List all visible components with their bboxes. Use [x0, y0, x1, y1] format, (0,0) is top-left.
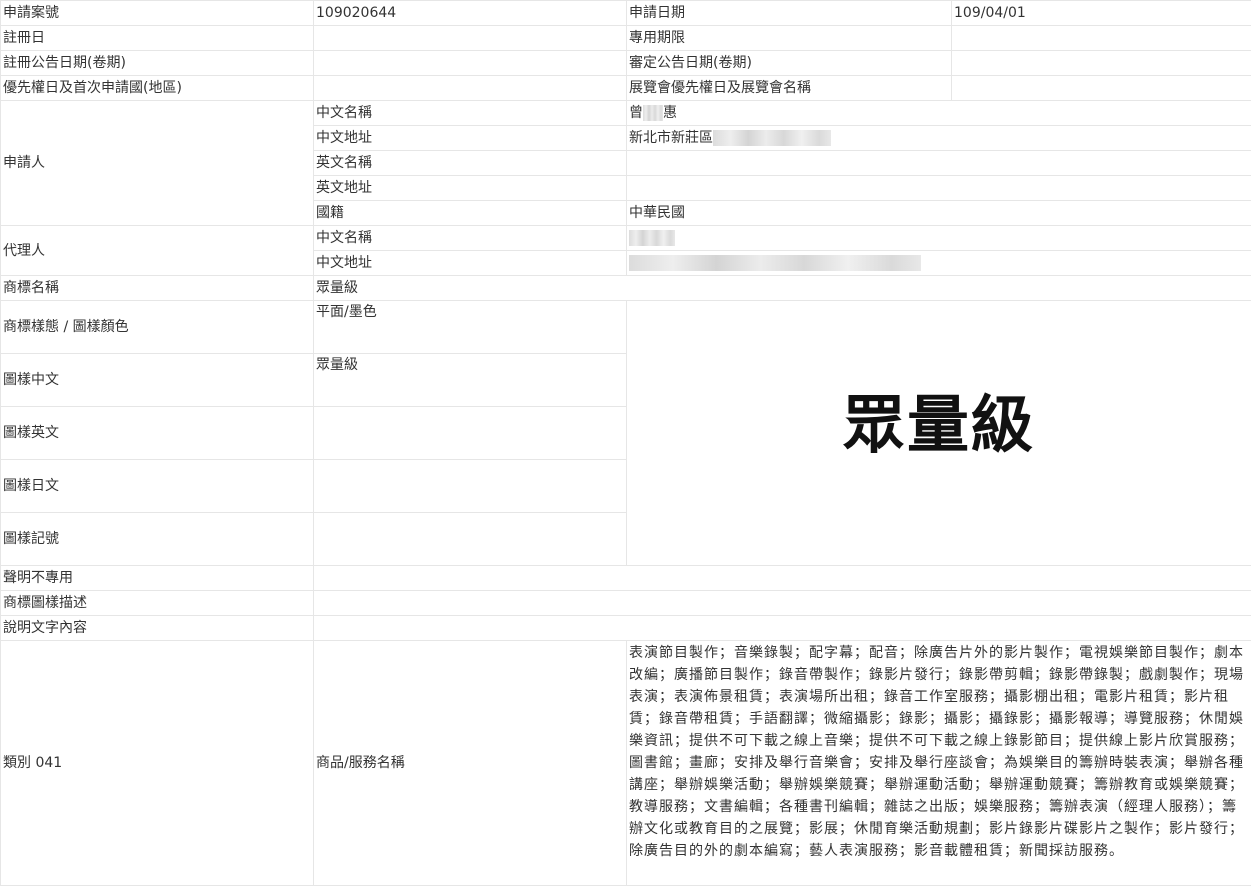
app-date-label: 申請日期	[627, 1, 952, 26]
text-desc-value	[314, 616, 1251, 641]
design-en-value	[314, 407, 627, 460]
expo-label: 展覽會優先權日及展覽會名稱	[627, 76, 952, 101]
priority-value	[314, 76, 627, 101]
disclaimer-value	[314, 566, 1251, 591]
applicant-en-addr-value	[627, 176, 1251, 201]
reg-pub-value	[314, 51, 627, 76]
agent-cn-addr-label: 中文地址	[314, 251, 627, 276]
design-symbol-label: 圖樣記號	[1, 513, 314, 566]
mark-style-value: 平面/墨色	[314, 301, 627, 354]
table-row: 商標名稱 眾量級	[1, 276, 1251, 301]
table-row: 優先權日及首次申請國(地區) 展覽會優先權日及展覽會名稱	[1, 76, 1251, 101]
priority-label: 優先權日及首次申請國(地區)	[1, 76, 314, 101]
app-no-value: 109020644	[314, 1, 627, 26]
app-date-value: 109/04/01	[952, 1, 1251, 26]
design-jp-value	[314, 460, 627, 513]
design-desc-value	[314, 591, 1251, 616]
table-row: 說明文字內容	[1, 616, 1251, 641]
design-jp-label: 圖樣日文	[1, 460, 314, 513]
applicant-en-addr-label: 英文地址	[314, 176, 627, 201]
app-no-label: 申請案號	[1, 1, 314, 26]
applicant-nationality-value: 中華民國	[627, 201, 1251, 226]
table-row: 註冊公告日期(卷期) 審定公告日期(卷期)	[1, 51, 1251, 76]
trademark-detail-table: 申請案號 109020644 申請日期 109/04/01 註冊日 專用期限 註…	[0, 0, 1251, 886]
applicant-label: 申請人	[1, 101, 314, 226]
reg-date-value	[314, 26, 627, 51]
applicant-cn-addr-value: 新北市新莊區	[627, 126, 1251, 151]
trademark-logo-image: 眾量級	[627, 301, 1251, 566]
applicant-cn-name-value: 曾惠	[627, 101, 1251, 126]
table-row: 商標樣態 / 圖樣顏色 平面/墨色 眾量級	[1, 301, 1251, 354]
mark-style-label: 商標樣態 / 圖樣顏色	[1, 301, 314, 354]
exam-pub-label: 審定公告日期(卷期)	[627, 51, 952, 76]
table-row: 申請人 中文名稱 曾惠	[1, 101, 1251, 126]
redaction-block	[713, 130, 831, 146]
redaction-block	[629, 230, 675, 246]
agent-cn-addr-value	[627, 251, 1251, 276]
mark-name-value: 眾量級	[314, 276, 1251, 301]
redaction-block	[643, 105, 663, 121]
applicant-en-name-label: 英文名稱	[314, 151, 627, 176]
exam-pub-value	[952, 51, 1251, 76]
design-en-label: 圖樣英文	[1, 407, 314, 460]
term-value	[952, 26, 1251, 51]
term-label: 專用期限	[627, 26, 952, 51]
goods-services-label: 商品/服務名稱	[314, 641, 627, 886]
table-row: 類別 041 商品/服務名稱 表演節目製作；音樂錄製；配字幕；配音；除廣告片外的…	[1, 641, 1251, 886]
applicant-cn-name-label: 中文名稱	[314, 101, 627, 126]
expo-value	[952, 76, 1251, 101]
agent-label: 代理人	[1, 226, 314, 276]
disclaimer-label: 聲明不專用	[1, 566, 314, 591]
reg-date-label: 註冊日	[1, 26, 314, 51]
reg-pub-label: 註冊公告日期(卷期)	[1, 51, 314, 76]
design-symbol-value	[314, 513, 627, 566]
applicant-cn-addr-label: 中文地址	[314, 126, 627, 151]
redaction-block	[629, 255, 921, 271]
agent-cn-name-label: 中文名稱	[314, 226, 627, 251]
table-row: 代理人 中文名稱	[1, 226, 1251, 251]
goods-services-value: 表演節目製作；音樂錄製；配字幕；配音；除廣告片外的影片製作；電視娛樂節目製作；劇…	[627, 641, 1251, 886]
class-label: 類別 041	[1, 641, 314, 886]
agent-cn-name-value	[627, 226, 1251, 251]
applicant-nationality-label: 國籍	[314, 201, 627, 226]
design-desc-label: 商標圖樣描述	[1, 591, 314, 616]
applicant-en-name-value	[627, 151, 1251, 176]
mark-name-label: 商標名稱	[1, 276, 314, 301]
design-cn-value: 眾量級	[314, 354, 627, 407]
table-row: 申請案號 109020644 申請日期 109/04/01	[1, 1, 1251, 26]
text-desc-label: 說明文字內容	[1, 616, 314, 641]
logo-wordmark: 眾量級	[843, 388, 1035, 461]
table-row: 聲明不專用	[1, 566, 1251, 591]
design-cn-label: 圖樣中文	[1, 354, 314, 407]
table-row: 註冊日 專用期限	[1, 26, 1251, 51]
table-row: 商標圖樣描述	[1, 591, 1251, 616]
